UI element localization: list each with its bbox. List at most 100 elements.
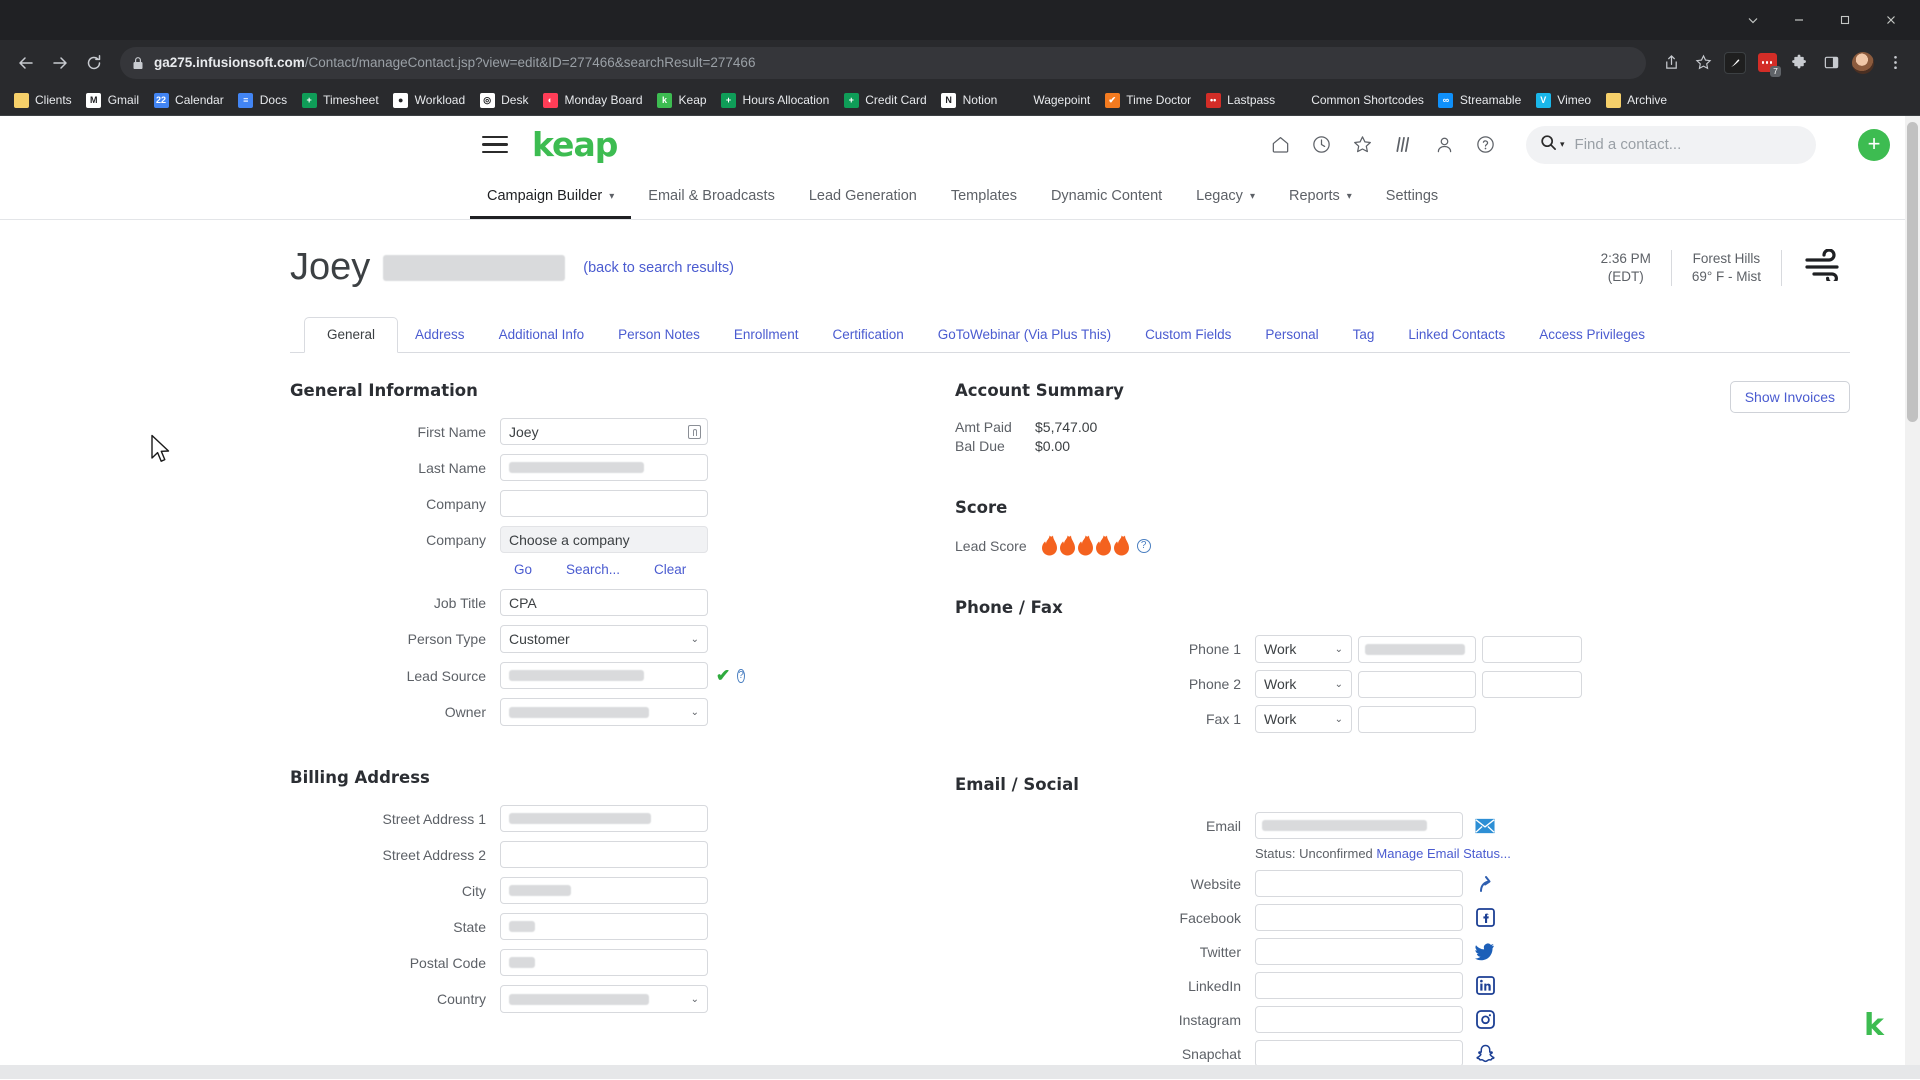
bookmark-item[interactable]: Clients — [6, 89, 79, 111]
minimize-icon[interactable] — [1776, 4, 1822, 36]
phone-number-input[interactable] — [1358, 670, 1476, 698]
state-input[interactable] — [500, 913, 708, 940]
forward-icon[interactable] — [44, 47, 76, 79]
bookmark-item[interactable]: N Notion — [934, 89, 1005, 111]
phone-number-input[interactable] — [1358, 635, 1476, 663]
instagram-input[interactable] — [1255, 1006, 1463, 1033]
bookmark-item[interactable]: ◎ Desk — [472, 89, 535, 111]
tab-search-chevron-icon[interactable] — [1730, 4, 1776, 36]
bookmark-item[interactable]: •• Lastpass — [1198, 89, 1282, 111]
bookmark-item[interactable]: ● Workload — [386, 89, 472, 111]
company-input[interactable]: Choose a company — [500, 526, 708, 553]
snapchat-input[interactable] — [1255, 1040, 1463, 1067]
bookmark-item[interactable]: Wagepoint — [1004, 89, 1097, 111]
website-input[interactable] — [1255, 870, 1463, 897]
help-icon[interactable] — [1475, 134, 1496, 155]
star-icon[interactable] — [1352, 134, 1373, 155]
share-icon[interactable] — [1656, 48, 1686, 78]
owner-select[interactable]: ⌄ — [500, 698, 708, 726]
bookmark-item[interactable]: ◐ Monday Board — [535, 89, 649, 111]
add-button[interactable]: + — [1858, 128, 1890, 161]
scrollbar-track[interactable] — [1905, 116, 1920, 1079]
show-invoices-button[interactable]: Show Invoices — [1729, 381, 1850, 413]
tab-linked-contacts[interactable]: Linked Contacts — [1391, 318, 1522, 352]
last-name-input[interactable] — [500, 454, 708, 481]
maximize-icon[interactable] — [1822, 4, 1868, 36]
extensions-puzzle-icon[interactable] — [1784, 48, 1814, 78]
profile-avatar[interactable] — [1848, 48, 1878, 78]
manage-email-status-link[interactable]: Manage Email Status... — [1376, 846, 1510, 861]
phone-extension-input[interactable] — [1482, 670, 1582, 698]
bookmark-item[interactable]: k Keap — [650, 89, 714, 111]
lead-source-input[interactable] — [500, 662, 708, 689]
envelope-icon[interactable] — [1475, 816, 1495, 836]
clock-icon[interactable] — [1311, 134, 1332, 155]
search-scope-chevron-icon[interactable]: ▾ — [1560, 139, 1565, 150]
tab-tag[interactable]: Tag — [1336, 318, 1392, 352]
nav-item-dynamic-content[interactable]: Dynamic Content — [1034, 173, 1179, 219]
scrollbar-thumb[interactable] — [1907, 122, 1918, 422]
hamburger-menu-icon[interactable] — [482, 135, 508, 154]
keap-logo[interactable]: keap — [532, 125, 618, 164]
chrome-menu-icon[interactable] — [1880, 48, 1910, 78]
company-link-clear[interactable]: Clear — [654, 562, 686, 577]
campaign-icon[interactable] — [1393, 134, 1414, 155]
bookmark-item[interactable]: ∞ Streamable — [1431, 89, 1528, 111]
linkedin-input[interactable] — [1255, 972, 1463, 999]
contact-card-icon[interactable] — [688, 425, 701, 439]
bookmark-item[interactable]: Common Shortcodes — [1282, 89, 1431, 111]
phone-number-input[interactable] — [1358, 705, 1476, 733]
phone-type-select[interactable]: Work ⌄ — [1255, 635, 1352, 663]
phone-extension-input[interactable] — [1482, 635, 1582, 663]
company-link-go[interactable]: Go — [514, 562, 532, 577]
tab-address[interactable]: Address — [398, 318, 482, 352]
back-to-search-results-link[interactable]: (back to search results) — [583, 260, 734, 276]
extension-pen-icon[interactable] — [1720, 48, 1750, 78]
country-select[interactable]: ⌄ — [500, 985, 708, 1013]
street-address-2-input[interactable] — [500, 841, 708, 868]
reload-icon[interactable] — [78, 47, 110, 79]
phone-type-select[interactable]: Work ⌄ — [1255, 705, 1352, 733]
tab-gotowebinar-via-plus-this[interactable]: GoToWebinar (Via Plus This) — [921, 318, 1128, 352]
tab-person-notes[interactable]: Person Notes — [601, 318, 717, 352]
street-address-1-input[interactable] — [500, 805, 708, 832]
bookmark-item[interactable]: + Hours Allocation — [714, 89, 837, 111]
search-box[interactable]: ▾ — [1526, 125, 1816, 164]
search-input[interactable] — [1572, 135, 1802, 154]
side-panel-icon[interactable] — [1816, 48, 1846, 78]
nav-item-lead-generation[interactable]: Lead Generation — [792, 173, 934, 219]
bookmark-item[interactable]: ✔ Time Doctor — [1097, 89, 1198, 111]
twitter-icon[interactable] — [1475, 942, 1495, 962]
first-name-input[interactable]: Joey — [500, 418, 708, 445]
nav-item-email-broadcasts[interactable]: Email & Broadcasts — [631, 173, 792, 219]
tab-custom-fields[interactable]: Custom Fields — [1128, 318, 1248, 352]
email-input[interactable] — [1255, 812, 1463, 839]
company-input[interactable] — [500, 490, 708, 517]
nav-item-settings[interactable]: Settings — [1369, 173, 1455, 219]
linkedin-icon[interactable] — [1475, 976, 1495, 996]
tab-general[interactable]: General — [304, 317, 399, 353]
address-bar[interactable]: ga275.infusionsoft.com/Contact/manageCon… — [120, 46, 1646, 79]
instagram-icon[interactable] — [1475, 1010, 1495, 1030]
facebook-icon[interactable] — [1475, 908, 1495, 928]
bookmark-item[interactable]: ≡ Docs — [231, 89, 294, 111]
tab-certification[interactable]: Certification — [815, 318, 920, 352]
link-arrow-icon[interactable] — [1475, 874, 1495, 894]
back-icon[interactable] — [10, 47, 42, 79]
bookmark-item[interactable]: M Gmail — [79, 89, 146, 111]
home-icon[interactable] — [1270, 134, 1291, 155]
tab-access-privileges[interactable]: Access Privileges — [1522, 318, 1662, 352]
job-title-input[interactable]: CPA — [500, 589, 708, 616]
nav-item-templates[interactable]: Templates — [934, 173, 1034, 219]
nav-item-legacy[interactable]: Legacy ▾ — [1179, 173, 1272, 219]
tab-enrollment[interactable]: Enrollment — [717, 318, 816, 352]
company-link-search[interactable]: Search... — [566, 562, 620, 577]
bookmark-star-icon[interactable] — [1688, 48, 1718, 78]
tab-personal[interactable]: Personal — [1248, 318, 1335, 352]
twitter-input[interactable] — [1255, 938, 1463, 965]
nav-item-reports[interactable]: Reports ▾ — [1272, 173, 1369, 219]
bookmark-item[interactable]: Archive — [1598, 89, 1674, 111]
snapchat-icon[interactable] — [1475, 1044, 1495, 1064]
lastpass-extension-icon[interactable]: 7 — [1752, 48, 1782, 78]
person-icon[interactable] — [1434, 134, 1455, 155]
